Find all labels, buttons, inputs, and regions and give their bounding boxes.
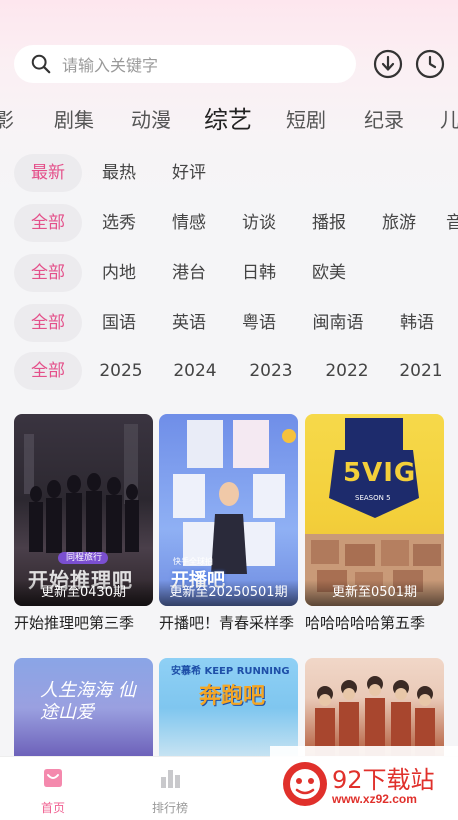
poster-sponsor: 同程旅行 <box>66 553 103 563</box>
watermark-logo-icon <box>283 762 327 806</box>
filter-lang-english[interactable]: 英语 <box>166 304 212 342</box>
filter-region-all[interactable]: 全部 <box>14 254 82 292</box>
show-card[interactable]: 同程旅行 开始推理吧 更新至0430期 开始推理吧第三季 <box>14 414 153 633</box>
filter-lang-minnan[interactable]: 闽南语 <box>306 304 370 342</box>
update-badge: 更新至20250501期 <box>159 580 298 606</box>
filter-year-2025[interactable]: 2025 <box>96 352 146 390</box>
filter-year-2023[interactable]: 2023 <box>246 352 296 390</box>
show-title[interactable]: 开播吧！青春采样季 <box>159 612 298 633</box>
filter-genre-romance[interactable]: 情感 <box>166 204 212 242</box>
poster-art-text: 奔跑吧 <box>199 684 266 709</box>
show-card[interactable]: 开播吧 快手全球拍 更新至20250501期 开播吧！青春采样季 <box>159 414 298 633</box>
poster-sponsor: 安慕希 KEEP RUNNING <box>171 666 290 677</box>
watermark-title: 92下载站 <box>332 766 435 794</box>
filter-region-hk-tw[interactable]: 港台 <box>166 254 212 292</box>
filter-lang-mandarin[interactable]: 国语 <box>96 304 142 342</box>
search-icon <box>31 54 51 74</box>
filter-year-2022[interactable]: 2022 <box>322 352 372 390</box>
tab-anime[interactable]: 动漫 <box>131 104 171 133</box>
show-title[interactable]: 哈哈哈哈哈第五季 <box>305 612 444 633</box>
filter-lang-korean[interactable]: 韩语 <box>394 304 440 342</box>
show-poster[interactable]: 5VIG SEASON 5 更新至0501期 <box>305 414 444 606</box>
show-poster[interactable]: 安慕希 KEEP RUNNING 奔跑吧 <box>159 658 298 758</box>
tab-rank[interactable]: 排行榜 <box>135 765 205 816</box>
update-badge: 更新至0501期 <box>305 580 444 606</box>
filter-genre-all[interactable]: 全部 <box>14 204 82 242</box>
filter-sort-newest[interactable]: 最新 <box>14 154 82 192</box>
tab-home[interactable]: 首页 <box>18 765 88 816</box>
filter-region-jp-kr[interactable]: 日韩 <box>236 254 282 292</box>
tab-movie[interactable]: 影 <box>0 104 14 133</box>
poster-sponsor: SEASON 5 <box>355 494 391 502</box>
tab-variety[interactable]: 综艺 <box>204 100 252 135</box>
show-poster[interactable] <box>305 658 444 758</box>
year-filter-row: 全部 2025 2024 2023 2022 2021 <box>0 352 458 392</box>
tab-home-label: 首页 <box>40 801 65 815</box>
filter-year-2021[interactable]: 2021 <box>396 352 446 390</box>
filter-region-mainland[interactable]: 内地 <box>96 254 142 292</box>
search-input[interactable]: 请输入关键字 <box>14 45 356 83</box>
sort-filter-row: 最新 最热 好评 <box>0 154 458 194</box>
tab-series[interactable]: 剧集 <box>54 104 94 133</box>
genre-filter-row: 全部 选秀 情感 访谈 播报 旅游 音 <box>0 204 458 244</box>
poster-art <box>315 676 435 758</box>
tab-rank-label: 排行榜 <box>151 801 188 815</box>
poster-sponsor: 快手全球拍 <box>173 557 213 566</box>
filter-lang-all[interactable]: 全部 <box>14 304 82 342</box>
watermark-url: www.xz92.com <box>332 792 417 806</box>
tab-documentary[interactable]: 纪录 <box>364 104 404 133</box>
filter-genre-interview[interactable]: 访谈 <box>236 204 282 242</box>
filter-sort-hottest[interactable]: 最热 <box>94 154 144 192</box>
show-poster[interactable]: 同程旅行 开始推理吧 更新至0430期 <box>14 414 153 606</box>
show-title[interactable]: 开始推理吧第三季 <box>14 612 153 633</box>
filter-genre-talent[interactable]: 选秀 <box>96 204 142 242</box>
region-filter-row: 全部 内地 港台 日韩 欧美 <box>0 254 458 294</box>
filter-lang-cantonese[interactable]: 粤语 <box>236 304 282 342</box>
language-filter-row: 全部 国语 英语 粤语 闽南语 韩语 <box>0 304 458 344</box>
update-badge: 更新至0430期 <box>14 580 153 606</box>
home-icon <box>44 769 62 787</box>
filter-genre-travel[interactable]: 旅游 <box>376 204 422 242</box>
watermark: 92下载站 www.xz92.com <box>270 746 458 820</box>
filter-sort-rated[interactable]: 好评 <box>164 154 214 192</box>
show-card[interactable]: 5VIG SEASON 5 更新至0501期 哈哈哈哈哈第五季 <box>305 414 444 633</box>
show-poster[interactable]: 开播吧 快手全球拍 更新至20250501期 <box>159 414 298 606</box>
show-poster[interactable]: 人生海海 仙途山爱 <box>14 658 153 758</box>
category-tabs: 影 剧集 动漫 综艺 短剧 纪录 儿 <box>0 100 458 136</box>
tab-kids[interactable]: 儿 <box>440 104 458 133</box>
poster-logo-text: 5VIG <box>343 458 417 488</box>
download-icon[interactable] <box>373 49 403 79</box>
poster-art <box>305 418 444 606</box>
filter-genre-music[interactable]: 音 <box>446 204 458 242</box>
history-icon[interactable] <box>415 49 445 79</box>
tab-short-drama[interactable]: 短剧 <box>286 104 326 133</box>
ranking-icon <box>161 770 180 788</box>
poster-art-text: 人生海海 仙途山爱 <box>40 680 136 723</box>
filter-region-west[interactable]: 欧美 <box>306 254 352 292</box>
filter-year-2024[interactable]: 2024 <box>170 352 220 390</box>
search-row: 请输入关键字 <box>14 45 454 85</box>
filter-year-all[interactable]: 全部 <box>14 352 82 390</box>
search-placeholder: 请输入关键字 <box>62 56 159 75</box>
filter-genre-news[interactable]: 播报 <box>306 204 352 242</box>
